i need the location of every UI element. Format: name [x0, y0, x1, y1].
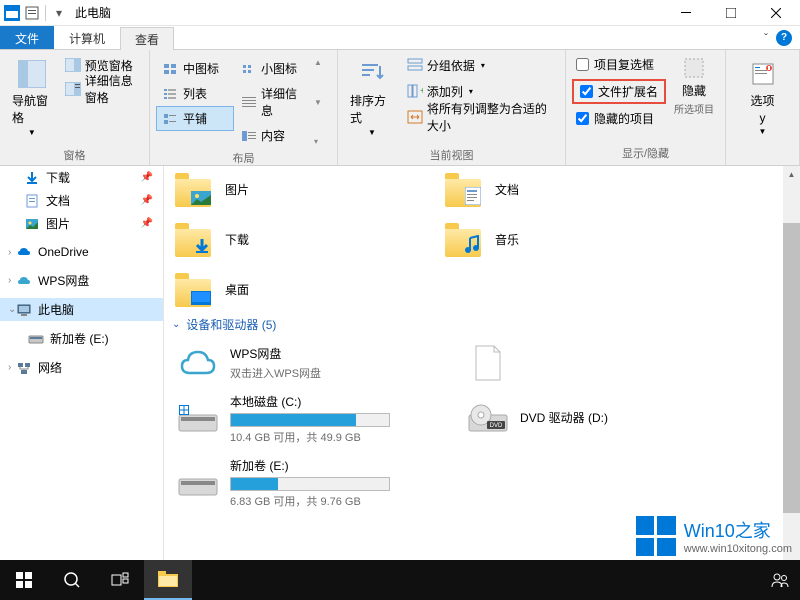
nav-documents[interactable]: 文档📌 — [0, 189, 163, 212]
folder-music[interactable]: 音乐 — [442, 218, 682, 260]
nav-volume-e[interactable]: 新加卷 (E:) — [0, 327, 163, 350]
qa-dropdown-icon[interactable]: ▾ — [49, 3, 69, 23]
layout-content[interactable]: 内容 — [234, 123, 312, 148]
group-showhide-label: 显示/隐藏 — [566, 143, 725, 165]
details-pane-button[interactable]: 详细信息窗格 — [62, 78, 143, 100]
file-extensions-toggle[interactable]: 文件扩展名 — [576, 81, 662, 102]
folder-documents[interactable]: 文档 — [442, 168, 682, 210]
pin-icon: 📌 — [141, 172, 153, 183]
section-devices[interactable]: ⌄ 设备和驱动器 (5) — [172, 310, 792, 341]
options-button[interactable]: 选项 y ▼ — [741, 54, 785, 140]
pin-icon: 📌 — [141, 195, 153, 206]
layout-small-icons[interactable]: 小图标 — [234, 56, 312, 81]
svg-text:DVD: DVD — [490, 423, 503, 429]
hide-selected-button[interactable]: 隐藏 所选项目 — [672, 54, 716, 118]
task-view-button[interactable] — [96, 560, 144, 600]
ribbon: 导航窗格 ▼ 预览窗格 详细信息窗格 窗格 中图标 列表 — [0, 50, 800, 166]
layout-list[interactable]: 列表 — [156, 81, 234, 106]
vertical-scrollbar[interactable]: ▲ — [783, 166, 800, 560]
scrollbar-thumb[interactable] — [783, 223, 800, 513]
file-extensions-highlight: 文件扩展名 — [572, 79, 666, 104]
group-panes-label: 窗格 — [0, 145, 149, 167]
svg-text:+: + — [420, 86, 423, 97]
group-view-label: 当前视图 — [338, 145, 565, 167]
taskbar-explorer[interactable] — [144, 560, 192, 600]
windows-logo-icon — [636, 516, 676, 556]
drive-c-usage-bar — [230, 413, 390, 427]
add-cols-button[interactable]: +添加列▾ — [404, 80, 559, 102]
tab-view[interactable]: 查看 — [120, 27, 174, 50]
drive-e-usage-bar — [230, 477, 390, 491]
chevron-down-icon: ⌄ — [172, 319, 180, 330]
nav-downloads[interactable]: 下载📌 — [0, 166, 163, 189]
layout-tiles[interactable]: 平铺 — [156, 106, 234, 131]
tab-computer[interactable]: 计算机 — [54, 26, 120, 49]
main-pane: 图片 文档 下载 音乐 桌面 ⌄ 设备和驱动器 (5) — [164, 166, 800, 560]
folder-desktop[interactable]: 桌面 — [172, 268, 412, 310]
drive-dvd[interactable]: DVD DVD 驱动器 (D:) — [462, 389, 722, 449]
content-area: 下载📌 文档📌 图片📌 ›OneDrive ›WPS网盘 ⌄此电脑 新加卷 (E… — [0, 166, 800, 560]
layout-details[interactable]: 详细信息 — [234, 81, 312, 123]
folder-downloads[interactable]: 下载 — [172, 218, 412, 260]
nav-pictures[interactable]: 图片📌 — [0, 212, 163, 235]
layout-expand[interactable]: ▾ — [314, 137, 322, 146]
qa-properties-icon[interactable] — [22, 3, 42, 23]
tab-file[interactable]: 文件 — [0, 26, 54, 49]
app-icon — [4, 5, 20, 21]
drive-blank-file[interactable] — [462, 341, 722, 385]
layout-scroll-down[interactable]: ▼ — [314, 98, 322, 107]
taskbar — [0, 560, 800, 600]
sort-button[interactable]: 排序方式 ▼ — [344, 54, 400, 141]
hidden-items-toggle[interactable]: 隐藏的项目 — [572, 108, 666, 129]
nav-onedrive[interactable]: ›OneDrive — [0, 241, 163, 263]
nav-thispc[interactable]: ⌄此电脑 — [0, 298, 163, 321]
start-button[interactable] — [0, 560, 48, 600]
nav-pane-label: 导航窗格 — [12, 92, 52, 126]
drive-c[interactable]: 本地磁盘 (C:) 10.4 GB 可用，共 49.9 GB — [172, 389, 432, 449]
item-checkboxes-toggle[interactable]: 项目复选框 — [572, 54, 666, 75]
people-button[interactable] — [760, 560, 800, 600]
maximize-button[interactable] — [708, 0, 753, 26]
ribbon-tabs: 文件 计算机 查看 ˇ ? — [0, 26, 800, 50]
nav-pane-button[interactable]: 导航窗格 ▼ — [6, 54, 58, 141]
drive-wps[interactable]: WPS网盘双击进入WPS网盘 — [172, 341, 432, 385]
close-button[interactable] — [753, 0, 798, 26]
minimize-button[interactable] — [663, 0, 708, 26]
window-title: 此电脑 — [75, 4, 111, 21]
layout-medium-icons[interactable]: 中图标 — [156, 56, 234, 81]
titlebar: ▾ 此电脑 — [0, 0, 800, 26]
ribbon-collapse-icon[interactable]: ˇ — [764, 31, 768, 45]
folder-pictures[interactable]: 图片 — [172, 168, 412, 210]
pin-icon: 📌 — [141, 218, 153, 229]
drive-e[interactable]: 新加卷 (E:) 6.83 GB 可用，共 9.76 GB — [172, 453, 432, 513]
nav-network[interactable]: ›网络 — [0, 356, 163, 379]
help-icon[interactable]: ? — [776, 30, 792, 46]
layout-scroll-up[interactable]: ▲ — [314, 58, 322, 67]
search-button[interactable] — [48, 560, 96, 600]
group-by-button[interactable]: 分组依据▾ — [404, 54, 559, 76]
navigation-pane: 下载📌 文档📌 图片📌 ›OneDrive ›WPS网盘 ⌄此电脑 新加卷 (E… — [0, 166, 164, 560]
fit-cols-button[interactable]: 将所有列调整为合适的大小 — [404, 106, 559, 128]
watermark: Win10之家 www.win10xitong.com — [636, 516, 792, 556]
nav-wps[interactable]: ›WPS网盘 — [0, 269, 163, 292]
